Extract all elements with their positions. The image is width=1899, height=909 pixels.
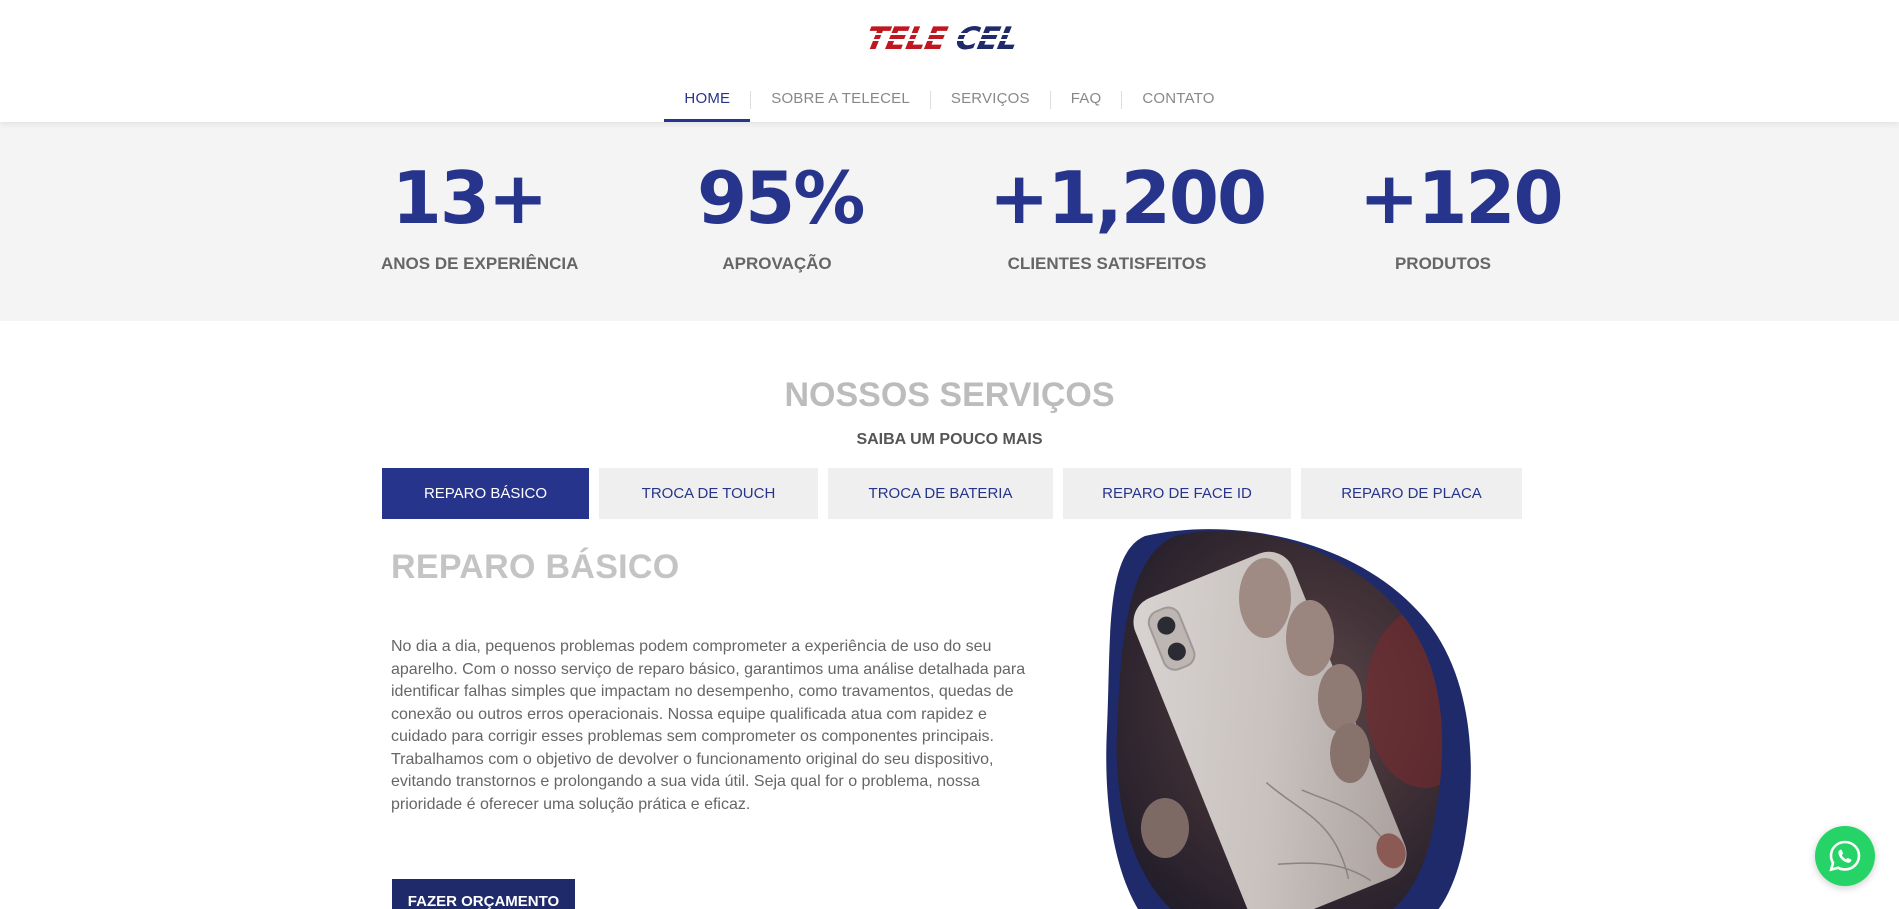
nav-sobre[interactable]: SOBRE A TELECEL: [751, 84, 930, 122]
main-nav: HOME SOBRE A TELECEL SERVIÇOS FAQ CONTAT…: [0, 84, 1899, 122]
services-subtitle: SAIBA UM POUCO MAIS: [856, 431, 1043, 448]
nav-contato[interactable]: CONTATO: [1122, 84, 1234, 122]
stat-value: +1,200: [989, 156, 1267, 240]
stat-label: CLIENTES SATISFEITOS: [1007, 254, 1207, 273]
nav-home[interactable]: HOME: [664, 84, 751, 122]
services-title-part1: NOSSOS: [784, 376, 930, 414]
tab-reparo-de-placa[interactable]: REPARO DE PLACA: [1301, 468, 1522, 519]
site-header: TELE CEL HOME SOBRE A TELECEL SERVIÇOS F…: [0, 0, 1899, 122]
stat-approval: 95% APROVAÇÃO: [697, 156, 865, 274]
quote-button[interactable]: FAZER ORÇAMENTO: [392, 879, 575, 909]
service-description: No dia a dia, pequenos problemas podem c…: [391, 638, 1026, 813]
stat-experience: 13+ ANOS DE EXPERIÊNCIA: [381, 156, 579, 274]
nav-servicos[interactable]: SERVIÇOS: [931, 84, 1050, 122]
svg-text:CEL: CEL: [953, 22, 1021, 54]
tab-troca-de-bateria[interactable]: TROCA DE BATERIA: [828, 468, 1053, 519]
stat-clients: +1,200 CLIENTES SATISFEITOS: [989, 156, 1267, 274]
stat-value: 13+: [391, 156, 549, 240]
stats-section: 13+ ANOS DE EXPERIÊNCIA 95% APROVAÇÃO +1…: [0, 122, 1899, 321]
tab-troca-de-touch[interactable]: TROCA DE TOUCH: [599, 468, 818, 519]
stat-products: +120 PRODUTOS: [1359, 156, 1564, 274]
service-title: REPARO BÁSICO: [391, 548, 680, 586]
tab-reparo-de-face-id[interactable]: REPARO DE FACE ID: [1063, 468, 1291, 519]
services-title: NOSSOS SERVIÇOS: [0, 376, 1899, 415]
stat-label: APROVAÇÃO: [722, 254, 832, 273]
nav-faq[interactable]: FAQ: [1051, 84, 1122, 122]
stat-value: +120: [1359, 156, 1564, 240]
svg-text:TELE: TELE: [868, 22, 950, 54]
services-title-highlight: SERVIÇOS: [939, 376, 1115, 415]
stat-value: 95%: [697, 156, 865, 240]
broken-phone-photo: [1105, 528, 1480, 909]
whatsapp-icon[interactable]: [1815, 826, 1875, 886]
telecel-logo[interactable]: TELE CEL: [868, 22, 1032, 54]
stat-label: ANOS DE EXPERIÊNCIA: [381, 254, 579, 273]
tab-reparo-basico[interactable]: REPARO BÁSICO: [382, 468, 589, 519]
stat-label: PRODUTOS: [1394, 254, 1492, 273]
